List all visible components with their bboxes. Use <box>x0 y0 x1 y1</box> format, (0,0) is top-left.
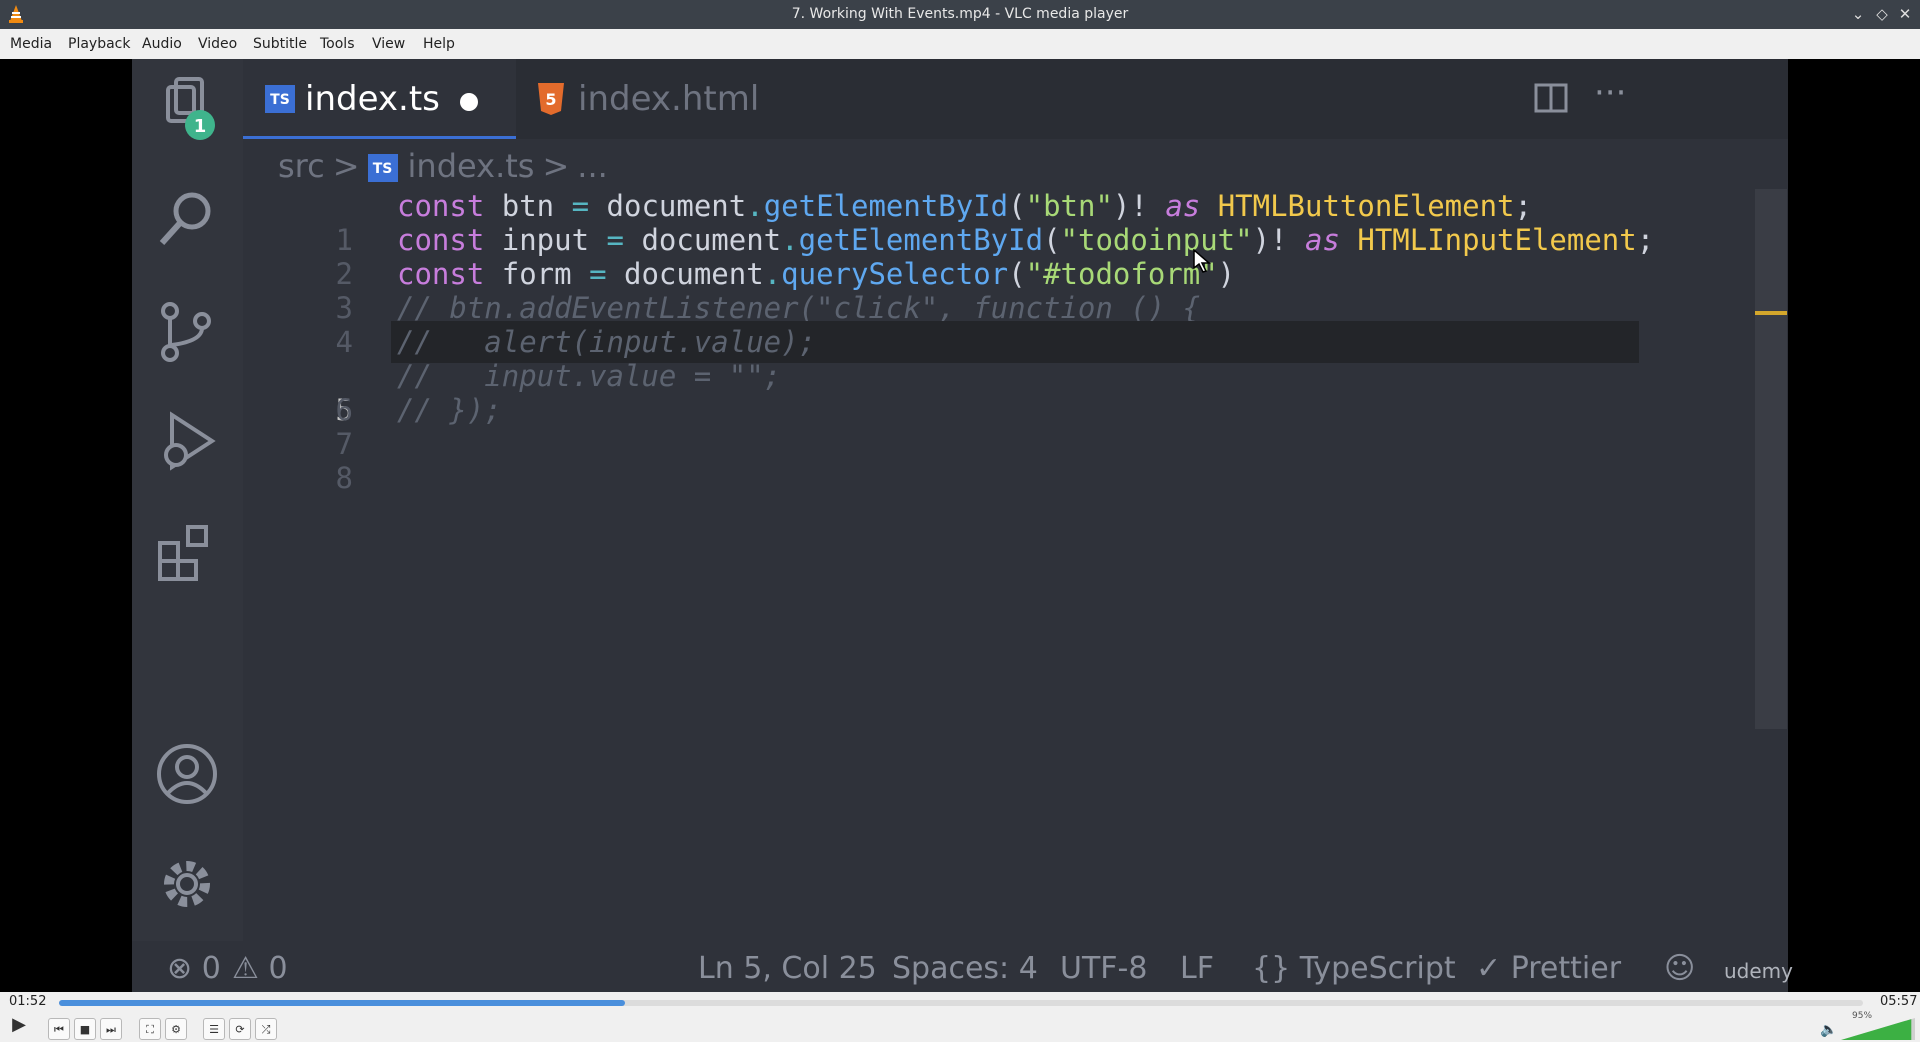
menu-audio[interactable]: Audio <box>142 36 182 52</box>
unsaved-dot-icon <box>460 93 478 111</box>
menu-tools[interactable]: Tools <box>320 36 355 52</box>
account-icon <box>157 744 217 804</box>
source-control-icon <box>161 302 211 362</box>
debug-icon <box>164 411 216 471</box>
settings-gear-icon <box>164 861 210 907</box>
next-button[interactable]: ⏭ <box>100 1018 122 1040</box>
loop-button[interactable]: ⟳ <box>229 1018 251 1040</box>
encoding-status: UTF-8 <box>1060 951 1148 986</box>
watermark-logo: udemy <box>1724 959 1793 983</box>
scrollbar-marker <box>1755 311 1787 315</box>
shuffle-button[interactable]: ⤮ <box>255 1018 277 1040</box>
warnings-status: ⚠ 0 <box>232 951 288 986</box>
breadcrumb-file: index.ts <box>407 147 535 185</box>
video-frame-vscode: 1 TS index.ts 5 index.html ··· src > TS … <box>132 59 1793 992</box>
fullscreen-button[interactable]: ⛶ <box>139 1018 161 1040</box>
volume-slider[interactable] <box>1841 1018 1915 1040</box>
extensions-icon <box>158 525 208 581</box>
activity-bar: 1 <box>132 59 243 941</box>
tab-index-html: 5 index.html <box>516 59 760 139</box>
line-number: 8 <box>335 461 353 495</box>
eol-status: LF <box>1180 951 1214 986</box>
video-area[interactable]: 1 TS index.ts 5 index.html ··· src > TS … <box>0 59 1920 992</box>
typescript-file-icon: TS <box>265 85 295 113</box>
svg-text:5: 5 <box>545 90 556 109</box>
prettier-status: ✓ Prettier <box>1476 951 1622 986</box>
seek-bar[interactable] <box>59 1000 1863 1006</box>
previous-button[interactable]: ⏮ <box>48 1018 70 1040</box>
html5-file-icon: 5 <box>538 83 564 115</box>
tab-label: index.ts <box>305 79 440 119</box>
split-editor-icon <box>1534 83 1568 113</box>
minimize-icon[interactable]: ⌄ <box>1848 4 1868 24</box>
breadcrumb: src > TS index.ts >... <box>278 147 608 185</box>
maximize-icon[interactable]: ◇ <box>1872 4 1892 24</box>
menu-help[interactable]: Help <box>423 36 455 52</box>
close-icon[interactable]: ✕ <box>1895 4 1915 24</box>
breadcrumb-more: ... <box>577 147 608 185</box>
language-status: {} TypeScript <box>1252 951 1456 986</box>
menu-playback[interactable]: Playback <box>68 36 130 52</box>
tab-index-ts: TS index.ts <box>243 59 516 139</box>
typescript-file-icon: TS <box>367 154 398 182</box>
explorer-icon: 1 <box>166 77 215 140</box>
seek-progress <box>59 1000 626 1006</box>
cursor-position: Ln 5, Col 25 <box>698 951 877 986</box>
editor-tabs: TS index.ts 5 index.html ··· <box>243 59 1788 139</box>
more-actions-icon: ··· <box>1594 73 1627 113</box>
mouse-cursor-icon <box>1193 249 1211 273</box>
extended-settings-button[interactable]: ⚙ <box>165 1018 187 1040</box>
menu-subtitle[interactable]: Subtitle <box>253 36 307 52</box>
title-bar: 7. Working With Events.mp4 - VLC media p… <box>0 0 1920 29</box>
player-controls: 01:52 05:57 ▶ ⏮ ■ ⏭ ⛶ ⚙ ☰ ⟳ ⤮ 🔈 95% <box>0 992 1920 1042</box>
code-line: 8 <box>243 427 1673 495</box>
volume-icon[interactable]: 🔈 <box>1820 1022 1837 1038</box>
play-button[interactable]: ▶ <box>6 1014 32 1036</box>
feedback-icon: ☺ <box>1664 951 1696 986</box>
search-icon <box>159 192 211 246</box>
editor-scrollbar <box>1755 189 1787 729</box>
indentation-status: Spaces: 4 <box>892 951 1038 986</box>
breadcrumb-folder: src <box>278 147 325 185</box>
explorer-badge: 1 <box>194 116 207 137</box>
menu-bar: Media Playback Audio Video Subtitle Tool… <box>0 29 1920 60</box>
tab-label: index.html <box>578 79 760 119</box>
menu-video[interactable]: Video <box>198 36 237 52</box>
playlist-button[interactable]: ☰ <box>203 1018 225 1040</box>
editor-area: TS index.ts 5 index.html ··· src > TS in… <box>243 59 1788 941</box>
menu-media[interactable]: Media <box>10 36 52 52</box>
elapsed-time[interactable]: 01:52 <box>9 994 46 1009</box>
vscode-status-bar: ⊗ 0 ⚠ 0 Ln 5, Col 25 Spaces: 4 UTF-8 LF … <box>132 941 1793 992</box>
errors-status: ⊗ 0 <box>167 951 221 986</box>
menu-view[interactable]: View <box>372 36 405 52</box>
total-time[interactable]: 05:57 <box>1880 994 1917 1009</box>
window-title: 7. Working With Events.mp4 - VLC media p… <box>791 6 1129 22</box>
stop-button[interactable]: ■ <box>74 1018 96 1040</box>
